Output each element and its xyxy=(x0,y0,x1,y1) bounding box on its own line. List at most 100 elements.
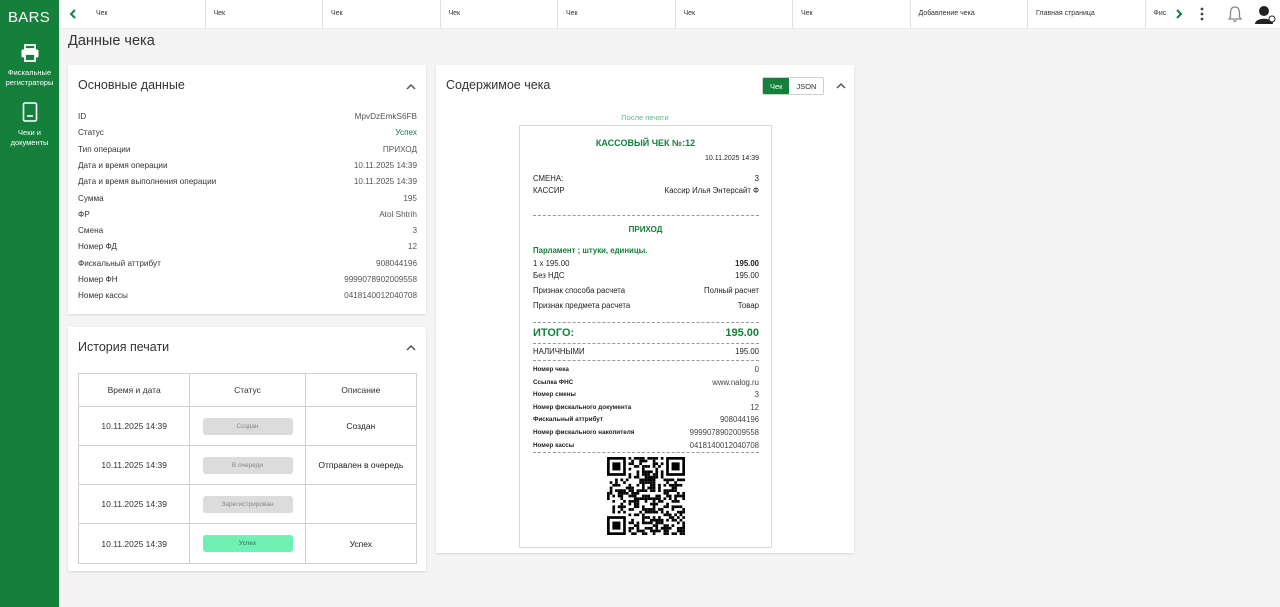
receipt-operation: ПРИХОД xyxy=(628,225,663,234)
receipt-pay-method-row: Признак способа расчета Полный расчет xyxy=(533,285,759,297)
column-header: Время и дата xyxy=(79,374,191,406)
receipt-footer-row: Ссылка ФНС www.nalog.ru xyxy=(533,377,759,388)
main-data-row: ID MpvDzEmkS6FB xyxy=(78,109,417,125)
user-avatar-icon[interactable] xyxy=(1254,4,1276,24)
time-cell: 10.11.2025 14:39 xyxy=(79,524,191,563)
receipt-footer-row: Номер кассы 0418140012040708 xyxy=(533,440,759,451)
field-label: ФР xyxy=(78,209,90,219)
card-title: Основные данные xyxy=(78,78,185,92)
card-title: Содержимое чека xyxy=(446,78,551,92)
tab-receipt[interactable]: Чек xyxy=(558,0,676,29)
tabs: Чек Чек Чек Чек Чек Чек Чек Добавление чека Глав… xyxy=(88,0,1173,29)
receipt-value: Товар xyxy=(737,301,759,310)
receipt-label: 1 x 195.00 xyxy=(533,259,570,268)
toggle-json-button[interactable]: JSON xyxy=(789,78,824,94)
receipt-datetime: 10.11.2025 14:39 xyxy=(705,155,759,162)
tab-receipt[interactable]: Чек xyxy=(793,0,911,29)
status-cell: В очереди xyxy=(190,446,306,484)
tab-receipt[interactable]: Чек xyxy=(441,0,558,29)
document-icon xyxy=(22,102,37,122)
chevron-up-icon[interactable] xyxy=(405,82,417,92)
receipt-label: Признак предмета расчета xyxy=(533,301,631,310)
field-label: Номер ФД xyxy=(78,242,117,252)
receipt-value: 195.00 xyxy=(735,271,759,280)
main-data-row: Номер ФД 12 xyxy=(78,239,417,255)
tab-bar: Чек Чек Чек Чек Чек Чек Чек Добавление чека Глав… xyxy=(59,0,1280,29)
field-value: Успех xyxy=(395,128,417,138)
sidebar-item-fiscal-registers[interactable]: Фискальные регистраторы xyxy=(0,44,59,88)
receipt-value: 0418140012040708 xyxy=(689,440,759,450)
divider xyxy=(533,322,759,323)
main-data-row: Статус Успех xyxy=(78,125,417,141)
receipt-label: Признак способа расчета xyxy=(533,286,626,295)
time-cell: 10.11.2025 14:39 xyxy=(79,485,191,523)
receipt-value: Полный расчет xyxy=(704,286,759,295)
field-value: 0418140012040708 xyxy=(344,291,417,301)
field-value: MpvDzEmkS6FB xyxy=(354,112,417,121)
receipt-label: КАССИР xyxy=(533,186,565,195)
field-label: Смена xyxy=(78,226,104,236)
receipt-footer-row: Номер фискального документа 12 xyxy=(533,402,759,413)
sidebar-item-receipts[interactable]: Чеки и документы xyxy=(0,102,59,148)
status-badge: Успех xyxy=(202,535,293,552)
receipt-value: 3 xyxy=(754,390,759,400)
brand-logo: BARS xyxy=(8,9,51,26)
tab-receipt[interactable]: Чек xyxy=(88,0,206,29)
receipt-label: Без НДС xyxy=(533,271,565,280)
view-toggle: Чек JSON xyxy=(762,77,825,95)
description-cell: Отправлен в очередь xyxy=(318,460,404,470)
receipt-footer-row: Номер чека 0 xyxy=(533,364,759,375)
receipt-item-name: Парламент ; штуки, единицы. xyxy=(533,246,648,255)
field-label: Тип операции xyxy=(78,144,131,154)
column-header: Описание xyxy=(341,385,381,395)
receipt-label: СМЕНА: xyxy=(533,174,564,183)
field-label: Номер ФН xyxy=(78,275,118,284)
receipt-footer-row: Фискальный аттрибут 908044196 xyxy=(533,414,759,425)
column-header: Статус xyxy=(190,374,306,406)
receipt-label: Фискальный аттрибут xyxy=(533,416,603,424)
divider xyxy=(533,343,759,344)
toggle-receipt-button[interactable]: Чек xyxy=(763,78,790,94)
receipt-total-row: ИТОГО: 195.00 xyxy=(533,327,759,341)
qr-code-icon xyxy=(607,457,685,535)
tab-receipt[interactable]: Чек xyxy=(206,0,323,29)
history-table: Время и дата Статус Описание 10.11.2025 … xyxy=(78,373,417,564)
chevron-left-icon[interactable] xyxy=(67,6,79,22)
description-cell: Успех xyxy=(349,538,373,549)
chevron-up-icon[interactable] xyxy=(835,81,847,91)
status-cell: Успех xyxy=(190,524,306,563)
chevron-right-icon[interactable] xyxy=(1173,6,1185,22)
bell-icon[interactable] xyxy=(1226,5,1244,23)
tab-fiscal[interactable]: Фис xyxy=(1146,0,1174,29)
print-history-card: История печати Время и дата Статус Описа… xyxy=(68,327,426,571)
receipt-total-label: ИТОГО: xyxy=(533,327,575,339)
receipt-shift-row: СМЕНА: 3 xyxy=(533,173,759,185)
sidebar-item-label: Чеки и документы xyxy=(10,128,49,147)
chevron-up-icon[interactable] xyxy=(405,343,417,353)
field-value: 9999078902009558 xyxy=(344,275,417,284)
tab-receipt[interactable]: Чек xyxy=(323,0,441,29)
more-vertical-icon[interactable] xyxy=(1197,6,1207,22)
receipt-label: Номер смены xyxy=(533,391,576,399)
receipt-content-card: Содержимое чека Чек JSON После печати КА… xyxy=(436,65,854,553)
field-label: ID xyxy=(78,112,87,121)
main-data-row: Фискальный аттрибут 908044196 xyxy=(78,256,417,272)
tab-receipt[interactable]: Чек xyxy=(676,0,793,29)
table-row: 10.11.2025 14:39 В очереди Отправлен в о… xyxy=(79,446,416,485)
receipt-vat-row: Без НДС 195.00 xyxy=(533,270,759,282)
receipt-label: НАЛИЧНЫМИ xyxy=(533,347,585,356)
status-badge: Создан xyxy=(202,417,293,435)
field-label: Фискальный аттрибут xyxy=(78,258,161,268)
receipt-value: 12 xyxy=(750,402,759,412)
tab-home[interactable]: Главная страница xyxy=(1028,0,1146,29)
main-data-row: Смена 3 xyxy=(78,223,417,239)
main-data-row: ФР Atol Shtrih xyxy=(78,207,417,223)
field-label: Статус xyxy=(78,128,104,138)
table-header: Время и дата Статус Описание xyxy=(79,374,416,407)
tab-add-receipt[interactable]: Добавление чека xyxy=(911,0,1028,29)
status-badge: Зарегистрирован xyxy=(202,495,293,513)
receipt-value: Кассир Илья Энтерсайт Ф xyxy=(664,186,759,195)
card-title: История печати xyxy=(78,340,170,354)
field-value: 12 xyxy=(407,242,417,252)
status-badge: В очереди xyxy=(202,456,293,474)
